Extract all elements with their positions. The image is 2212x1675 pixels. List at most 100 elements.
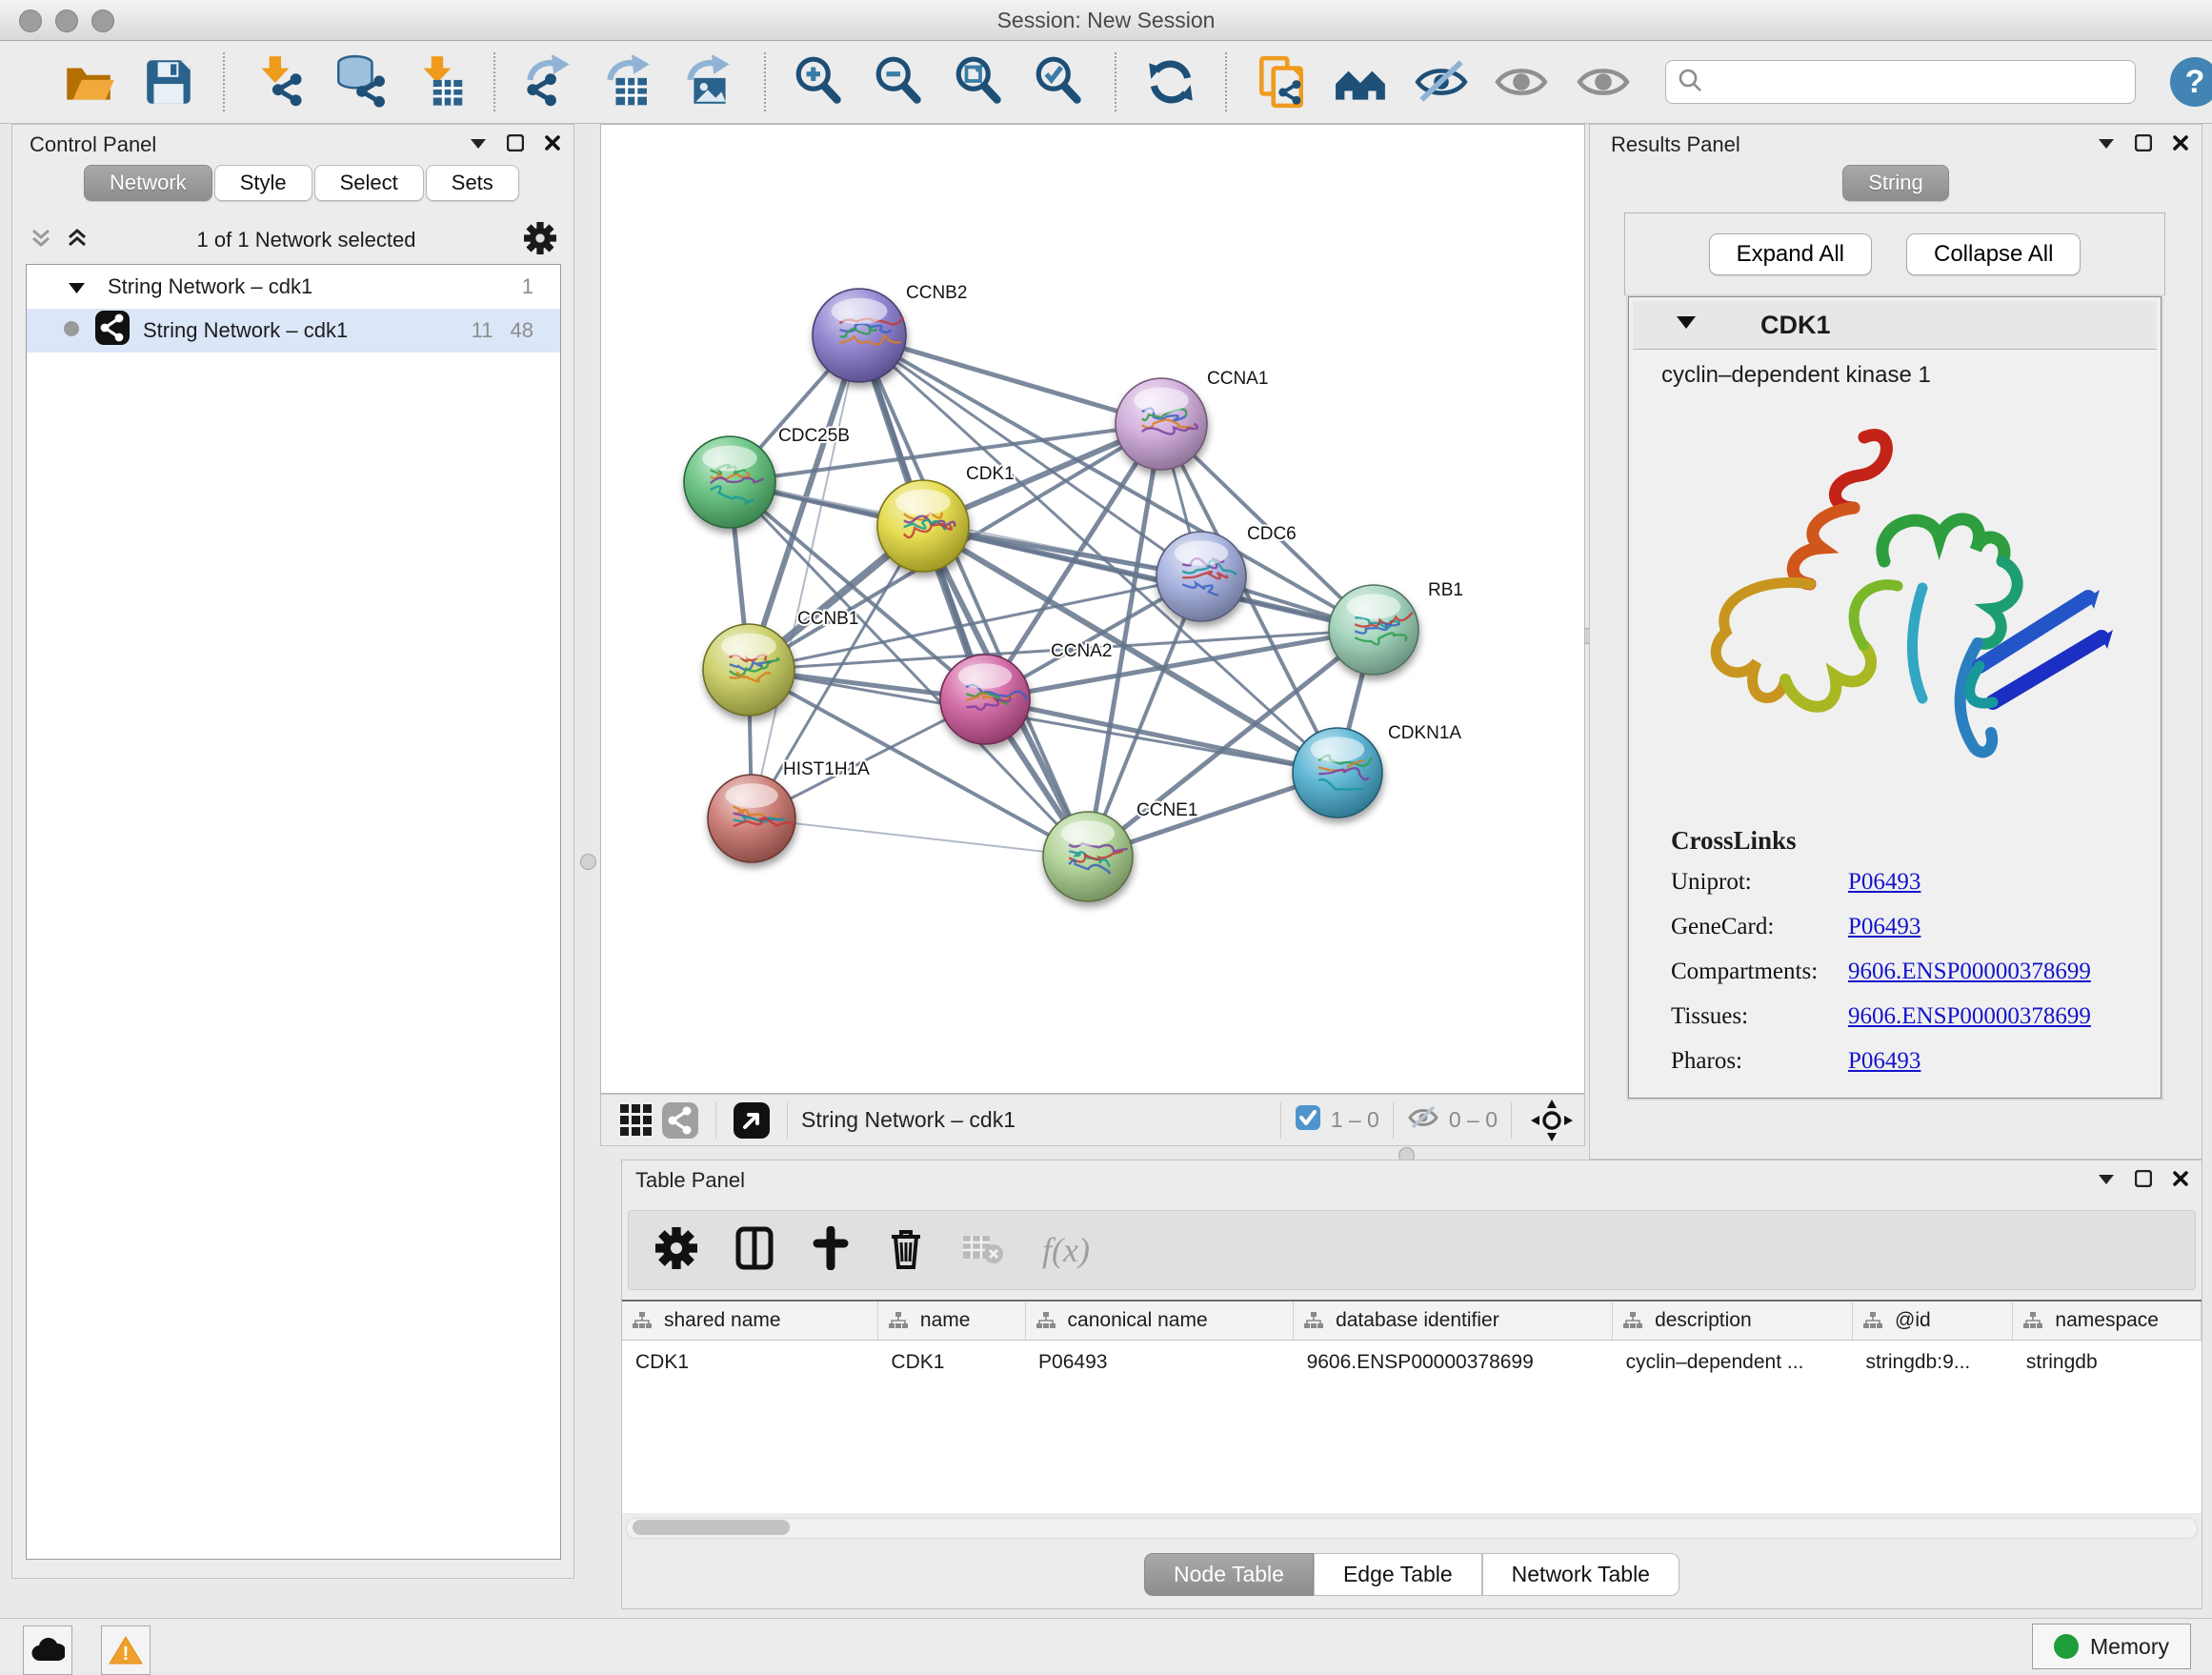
column-header-name[interactable]: name xyxy=(877,1302,1025,1341)
table-cell: P06493 xyxy=(1025,1341,1294,1385)
warning-status-button[interactable]: ! xyxy=(101,1625,151,1675)
collapse-all-button[interactable]: Collapse All xyxy=(1906,233,2081,275)
crosslink-link[interactable]: P06493 xyxy=(1848,914,1920,940)
expand-all-button[interactable]: Expand All xyxy=(1709,233,1872,275)
protein-section-header[interactable]: CDK1 xyxy=(1633,301,2157,350)
network-node-CDK1[interactable] xyxy=(877,480,969,572)
open-session-icon[interactable] xyxy=(61,54,116,110)
node-label-CCNA1: CCNA1 xyxy=(1207,369,1268,389)
network-node-CCNB1[interactable] xyxy=(703,624,794,716)
cloud-status-button[interactable] xyxy=(23,1625,72,1675)
network-tree-row[interactable]: String Network – cdk1 1148 xyxy=(27,309,560,353)
crosslink-link[interactable]: P06493 xyxy=(1848,1048,1920,1075)
network-node-CCNA1[interactable] xyxy=(1116,378,1207,470)
expand-all-chevron-icon[interactable] xyxy=(66,227,89,254)
tab-network-table[interactable]: Network Table xyxy=(1482,1553,1679,1596)
help-button[interactable]: ? xyxy=(2170,57,2212,107)
float-panel-icon[interactable] xyxy=(2135,1170,2152,1192)
tree-count: 1 xyxy=(522,274,533,298)
float-panel-icon[interactable] xyxy=(507,134,524,156)
crosslink-link[interactable]: P06493 xyxy=(1848,869,1920,896)
network-canvas[interactable]: CCNB2 CCNA1 CDC25B CDK1 CDC6 RB1 CCNB1 C… xyxy=(600,124,1585,1094)
zoom-in-icon[interactable] xyxy=(793,54,848,110)
table-row[interactable]: CDK1CDK1P064939606.ENSP00000378699cyclin… xyxy=(622,1341,2202,1385)
table-type-tabs: Node TableEdge TableNetwork Table xyxy=(1144,1553,1679,1596)
table-cell: 9606.ENSP00000378699 xyxy=(1294,1341,1613,1385)
birdseye-grid-icon[interactable] xyxy=(614,1093,658,1148)
column-header-canonical-name[interactable]: canonical name xyxy=(1025,1302,1294,1341)
panel-menu-icon[interactable] xyxy=(471,136,486,153)
delete-column-trash-icon[interactable] xyxy=(888,1225,924,1276)
collapse-all-chevron-icon[interactable] xyxy=(30,227,52,254)
network-share-icon[interactable] xyxy=(658,1093,702,1148)
network-node-CCNA2[interactable] xyxy=(940,655,1030,744)
table-cell: stringdb:9... xyxy=(1853,1341,2013,1385)
panel-menu-icon[interactable] xyxy=(2099,1172,2114,1189)
tab-select[interactable]: Select xyxy=(314,165,424,201)
import-network-icon[interactable] xyxy=(251,54,307,110)
panel-menu-icon[interactable] xyxy=(2099,136,2114,153)
selected-checkbox-icon[interactable] xyxy=(1295,1104,1321,1136)
column-header-database-identifier[interactable]: database identifier xyxy=(1294,1302,1613,1341)
search-input[interactable] xyxy=(1710,69,2123,95)
zoom-fit-icon[interactable] xyxy=(953,54,1008,110)
column-header-namespace[interactable]: namespace xyxy=(2013,1302,2202,1341)
show-columns-icon[interactable] xyxy=(735,1226,774,1275)
column-header-shared-name[interactable]: shared name xyxy=(622,1302,877,1341)
export-network-icon[interactable] xyxy=(522,54,577,110)
search-box[interactable] xyxy=(1665,60,2136,104)
table-settings-gear-icon[interactable] xyxy=(655,1227,697,1274)
tab-edge-table[interactable]: Edge Table xyxy=(1314,1553,1482,1596)
column-header-description[interactable]: description xyxy=(1613,1302,1853,1341)
hidden-eye-icon[interactable] xyxy=(1407,1103,1439,1137)
network-tree-row[interactable]: String Network – cdk1 1 xyxy=(27,265,560,309)
crosslink-link[interactable]: 9606.ENSP00000378699 xyxy=(1848,959,2091,985)
zoom-out-icon[interactable] xyxy=(873,54,928,110)
save-session-icon[interactable] xyxy=(141,54,196,110)
network-node-CDC25B[interactable] xyxy=(684,436,775,528)
collapse-section-icon[interactable] xyxy=(1677,316,1696,333)
network-edge[interactable] xyxy=(923,526,1374,630)
first-neighbors-icon[interactable] xyxy=(1334,54,1389,110)
close-panel-icon[interactable] xyxy=(2173,135,2188,155)
tab-node-table[interactable]: Node Table xyxy=(1144,1553,1314,1596)
left-splitter-handle[interactable] xyxy=(580,854,596,870)
tab-style[interactable]: Style xyxy=(214,165,312,201)
export-table-icon[interactable] xyxy=(602,54,657,110)
network-edge[interactable] xyxy=(752,818,1088,857)
crosslink-link[interactable]: 9606.ENSP00000378699 xyxy=(1848,1003,2091,1030)
table-horizontal-scrollbar[interactable] xyxy=(626,1518,2198,1539)
network-node-RB1[interactable] xyxy=(1329,585,1418,675)
column-header--id[interactable]: @id xyxy=(1853,1302,2013,1341)
goto-network-icon[interactable] xyxy=(730,1093,774,1148)
tab-string[interactable]: String xyxy=(1842,165,1948,201)
network-node-HIST1H1A[interactable] xyxy=(708,775,795,862)
fit-selection-crosshair-icon[interactable] xyxy=(1525,1093,1579,1148)
clone-network-icon[interactable] xyxy=(1254,54,1309,110)
float-panel-icon[interactable] xyxy=(2135,134,2152,156)
add-column-icon[interactable] xyxy=(812,1226,850,1275)
export-image-icon[interactable] xyxy=(682,54,737,110)
network-node-CDKN1A[interactable] xyxy=(1293,728,1382,817)
import-database-icon[interactable] xyxy=(332,54,387,110)
disclosure-triangle-icon[interactable] xyxy=(69,274,85,299)
zoom-selected-icon[interactable] xyxy=(1033,54,1088,110)
network-node-CCNB2[interactable] xyxy=(813,289,906,382)
network-node-CCNE1[interactable] xyxy=(1043,812,1133,901)
node-table[interactable]: shared namenamecanonical namedatabase id… xyxy=(622,1300,2202,1513)
tab-sets[interactable]: Sets xyxy=(426,165,519,201)
close-panel-icon[interactable] xyxy=(2173,1171,2188,1191)
import-table-icon[interactable] xyxy=(412,54,467,110)
memory-button[interactable]: Memory xyxy=(2032,1624,2191,1669)
svg-text:!: ! xyxy=(123,1644,130,1665)
show-all-eye-icon[interactable] xyxy=(1576,54,1631,110)
network-node-CDC6[interactable] xyxy=(1156,532,1246,621)
tab-network[interactable]: Network xyxy=(84,165,212,201)
close-panel-icon[interactable] xyxy=(545,135,560,155)
node-label-RB1: RB1 xyxy=(1428,580,1463,600)
window-title-bar: Session: New Session xyxy=(0,0,2212,41)
show-all-icon[interactable] xyxy=(1494,54,1549,110)
hide-selected-icon[interactable] xyxy=(1414,54,1469,110)
refresh-icon[interactable] xyxy=(1143,54,1198,110)
network-options-gear-icon[interactable] xyxy=(524,222,556,259)
